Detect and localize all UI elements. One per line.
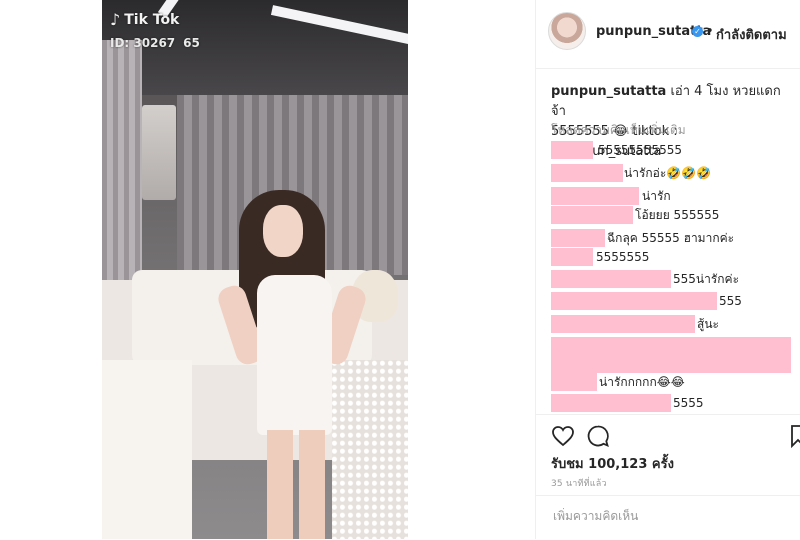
- tiktok-id: ID: 30267 65: [110, 36, 200, 50]
- redacted-username[interactable]: [551, 292, 717, 310]
- comment-row: 5555555: [551, 248, 649, 266]
- comment-text: 55555555555: [598, 143, 682, 157]
- bookmark-icon[interactable]: [791, 424, 800, 448]
- comment-row: สู้นะ: [551, 315, 719, 333]
- redacted-comment: [551, 337, 791, 373]
- comment-text: 5555555: [596, 250, 650, 264]
- comment-row: 55555555555: [551, 141, 682, 159]
- video-sofa-arm: [102, 360, 192, 539]
- redacted-username[interactable]: [551, 229, 605, 247]
- post-sidebar: punpun_sutatta ✓ • กำลังติดตาม punpun_su…: [535, 0, 800, 539]
- person-legs: [267, 430, 325, 539]
- avatar[interactable]: [548, 12, 586, 50]
- comment-row: น่ารักอ่ะ🤣🤣🤣: [551, 164, 711, 182]
- tiktok-label: Tik Tok: [124, 11, 180, 28]
- video-lamp: [142, 105, 176, 200]
- person-dress: [257, 275, 332, 435]
- comment-row: โอ้ยยย 555555: [551, 206, 719, 224]
- post-media-area: ♪ Tik Tok ID: 30267 65: [0, 0, 535, 539]
- tiktok-watermark: ♪ Tik Tok: [110, 10, 179, 29]
- redacted-username[interactable]: [551, 394, 671, 412]
- view-count: รับชม 100,123 ครั้ง: [551, 457, 674, 472]
- comment-text: น่ารักกกกก😂😂: [599, 375, 685, 389]
- comment-text: ฉีกลุค 55555 ฮามากค่ะ: [607, 231, 735, 245]
- comment-text: 555น่ารักค่ะ: [673, 272, 740, 286]
- comment-text: น่ารัก: [642, 189, 671, 203]
- load-more-comments-link[interactable]: โหลดความคิดเห็นเพิ่มเติม: [551, 121, 686, 140]
- redacted-username[interactable]: [551, 164, 623, 182]
- following-button[interactable]: กำลังติดตาม: [716, 24, 787, 45]
- comment-text: น่ารักอ่ะ🤣🤣🤣: [624, 166, 712, 180]
- comment-row: น่ารัก: [551, 187, 671, 205]
- video-person: [215, 190, 369, 539]
- comment-row: น่ารักกกกก😂😂: [551, 373, 685, 391]
- comment-icon[interactable]: [586, 424, 610, 448]
- tiktok-note-icon: ♪: [110, 10, 121, 29]
- redacted-username[interactable]: [551, 187, 639, 205]
- caption-username[interactable]: punpun_sutatta: [551, 84, 666, 99]
- post-header: punpun_sutatta ✓ • กำลังติดตาม: [536, 0, 800, 69]
- redacted-username[interactable]: [551, 248, 593, 266]
- person-face: [263, 205, 303, 257]
- comment-row: 555น่ารักค่ะ: [551, 270, 739, 288]
- post-timestamp: 35 นาทีที่แล้ว: [551, 479, 607, 489]
- heart-icon[interactable]: [551, 424, 575, 448]
- comment-row: 5555: [551, 394, 704, 412]
- add-comment-input[interactable]: [551, 508, 785, 524]
- header-separator: •: [706, 24, 714, 39]
- comment-text: สู้นะ: [697, 317, 719, 331]
- redacted-username[interactable]: [551, 373, 597, 391]
- comment-text: โอ้ยยย 555555: [635, 208, 720, 222]
- redacted-username[interactable]: [551, 206, 633, 224]
- redacted-username[interactable]: [551, 141, 593, 159]
- comment-text: 555: [719, 294, 742, 308]
- verified-badge-icon: ✓: [692, 26, 703, 37]
- redacted-username[interactable]: [551, 270, 671, 288]
- comment-row: 555: [551, 292, 742, 310]
- comment-text: 5555: [673, 396, 704, 410]
- add-comment-bar: [536, 495, 800, 540]
- comment-row: ฉีกลุค 55555 ฮามากค่ะ: [551, 229, 734, 247]
- post-video[interactable]: ♪ Tik Tok ID: 30267 65: [102, 0, 408, 539]
- post-actions: [536, 414, 800, 455]
- redacted-username[interactable]: [551, 315, 695, 333]
